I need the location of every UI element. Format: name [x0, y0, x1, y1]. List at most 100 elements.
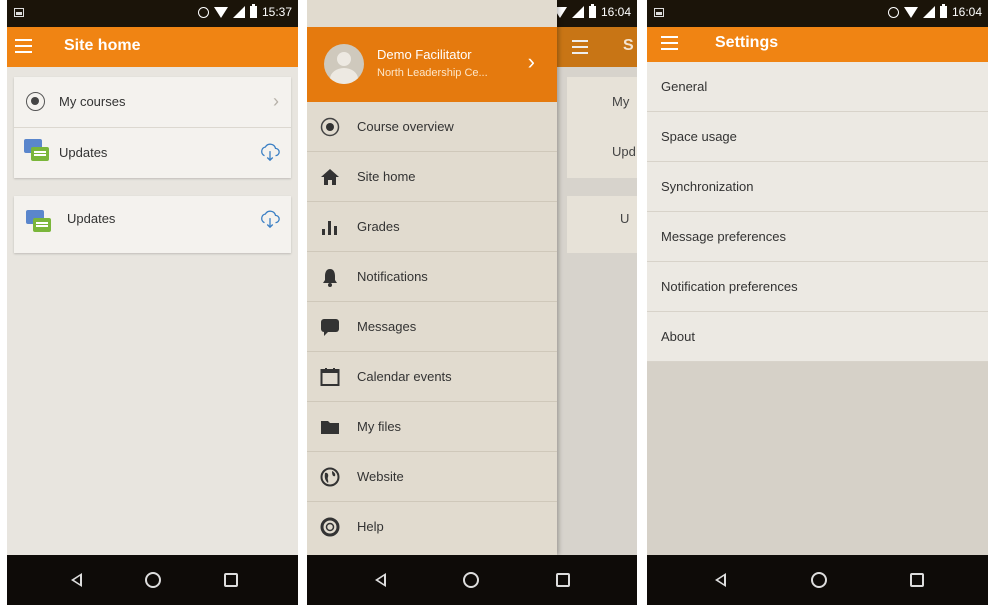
forum-icon: [26, 210, 52, 236]
list-item-label: My courses: [59, 94, 126, 109]
menu-item-notifications[interactable]: Notifications: [307, 252, 557, 302]
forum-icon: [24, 139, 50, 165]
status-time: 15:37: [261, 5, 292, 19]
background-content: S My Upd U: [557, 0, 637, 555]
menu-item-label: Grades: [357, 219, 400, 234]
list-item-my-courses[interactable]: My courses ›: [14, 77, 291, 127]
signal-icon: [922, 6, 935, 18]
menu-item-my-files[interactable]: My files: [307, 402, 557, 452]
chat-icon: [321, 319, 339, 336]
home-icon: [321, 169, 339, 185]
globe-icon: [320, 467, 340, 487]
navigation-drawer: Demo Facilitator North Leadership Ce... …: [307, 0, 557, 555]
updates-card: Updates: [14, 196, 291, 253]
settings-item-label: Message preferences: [661, 229, 787, 244]
menu-item-calendar-events[interactable]: Calendar events: [307, 352, 557, 402]
background-row-label: Upd: [612, 144, 636, 159]
bell-icon: [323, 269, 337, 287]
menu-item-course-overview[interactable]: Course overview: [307, 102, 557, 152]
menu-item-label: Calendar events: [357, 369, 452, 384]
list-item-updates-2[interactable]: Updates: [14, 196, 291, 253]
app-bar: Settings: [647, 27, 988, 62]
system-nav-bar: [647, 555, 988, 605]
menu-item-label: Messages: [357, 319, 417, 334]
notification-image-icon: [14, 8, 24, 17]
settings-item-synchronization[interactable]: Synchronization: [647, 162, 988, 212]
avatar: [324, 44, 364, 84]
alarm-icon: [887, 6, 899, 18]
list-item-label: Updates: [67, 211, 116, 226]
chevron-right-icon: ›: [273, 91, 279, 111]
menu-item-grades[interactable]: Grades: [307, 202, 557, 252]
background-card: My Upd: [567, 77, 637, 178]
page-title: Settings: [715, 34, 779, 51]
home-button[interactable]: [143, 570, 163, 590]
signal-icon: [232, 6, 245, 18]
wifi-icon: [213, 6, 228, 18]
recents-button[interactable]: [553, 570, 573, 590]
background-row-label: My: [612, 94, 630, 109]
system-nav-bar: [307, 555, 637, 605]
menu-item-website[interactable]: Website: [307, 452, 557, 502]
battery-icon: [249, 4, 257, 18]
chevron-right-icon: ›: [527, 49, 535, 74]
recents-button[interactable]: [907, 570, 927, 590]
list-item-updates[interactable]: Updates: [14, 127, 291, 178]
settings-item-message-preferences[interactable]: Message preferences: [647, 212, 988, 262]
settings-item-notification-preferences[interactable]: Notification preferences: [647, 262, 988, 312]
settings-item-label: About: [661, 329, 695, 344]
drawer-screen: S My Upd U 16:04 Demo Facilitator North …: [307, 0, 637, 605]
cloud-download-icon[interactable]: [259, 208, 281, 230]
page-title: Site home: [64, 37, 141, 54]
background-row-label: U: [620, 211, 630, 226]
grades-icon: [322, 221, 337, 235]
status-bar: 16:04: [647, 0, 988, 27]
recents-button[interactable]: [221, 570, 241, 590]
course-overview-icon: [320, 117, 340, 137]
user-profile-header[interactable]: Demo Facilitator North Leadership Ce... …: [307, 27, 557, 102]
settings-item-label: Space usage: [661, 129, 737, 144]
settings-item-about[interactable]: About: [647, 312, 988, 362]
cloud-download-icon[interactable]: [259, 141, 281, 163]
back-button[interactable]: [371, 570, 391, 590]
battery-icon: [939, 4, 947, 18]
home-button[interactable]: [809, 570, 829, 590]
menu-icon[interactable]: [15, 39, 32, 53]
folder-icon: [321, 421, 339, 434]
background-title: S: [623, 37, 634, 54]
menu-item-messages[interactable]: Messages: [307, 302, 557, 352]
home-button[interactable]: [461, 570, 481, 590]
back-button[interactable]: [67, 570, 87, 590]
menu-item-label: Help: [357, 519, 384, 534]
menu-item-label: Website: [357, 469, 404, 484]
signal-icon: [571, 6, 584, 18]
menu-item-label: Site home: [357, 169, 416, 184]
wifi-icon: [903, 6, 918, 18]
list-item-label: Updates: [59, 145, 108, 160]
back-button[interactable]: [711, 570, 731, 590]
settings-item-general[interactable]: General: [647, 62, 988, 112]
user-site: North Leadership Ce...: [377, 67, 488, 79]
menu-icon[interactable]: [661, 36, 678, 50]
menu-item-label: Notifications: [357, 269, 428, 284]
background-card: U: [567, 196, 637, 253]
settings-item-label: Synchronization: [661, 179, 754, 194]
system-nav-bar: [7, 555, 298, 605]
alarm-icon: [197, 6, 209, 18]
menu-item-help[interactable]: Help: [307, 502, 557, 551]
menu-item-site-home[interactable]: Site home: [307, 152, 557, 202]
notification-image-icon: [654, 8, 664, 17]
course-icon: [26, 92, 45, 111]
settings-item-label: Notification preferences: [661, 279, 798, 294]
calendar-icon: [320, 368, 340, 386]
status-time: 16:04: [951, 5, 982, 19]
site-home-screen: 15:37 Site home My courses › Updates Upd…: [7, 0, 298, 605]
background-app-bar: S: [557, 27, 637, 67]
battery-icon: [588, 4, 596, 18]
app-bar: Site home: [7, 27, 298, 67]
settings-item-space-usage[interactable]: Space usage: [647, 112, 988, 162]
menu-item-label: Course overview: [357, 119, 454, 134]
course-list-card: My courses › Updates: [14, 77, 291, 178]
status-bar: 15:37: [7, 0, 298, 27]
settings-item-label: General: [661, 79, 708, 94]
